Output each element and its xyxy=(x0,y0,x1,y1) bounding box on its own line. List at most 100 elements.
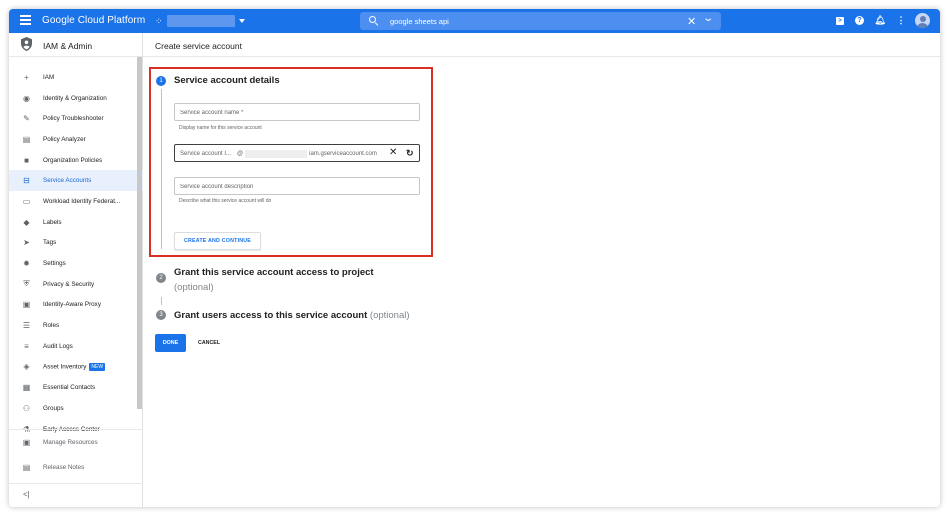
step-2-optional: (optional) xyxy=(174,282,214,293)
description-hint: Describe what this service account will … xyxy=(179,198,272,204)
step-2-number: 2 xyxy=(156,273,166,283)
sidebar-item-label: Settings xyxy=(43,260,66,268)
sidebar-item-roles[interactable]: ☰ Roles xyxy=(9,315,143,336)
sidebar-scrollbar[interactable] xyxy=(137,57,142,409)
sidebar-item-label: Organization Policies xyxy=(43,156,103,164)
service-account-id-field[interactable]: Service account I... @ iam.gserviceaccou… xyxy=(174,144,420,162)
sidebar-item-label: Tags xyxy=(43,239,57,247)
sidebar-item-organization-policies[interactable]: ■ Organization Policies xyxy=(9,150,143,171)
sidebar-item-essential-contacts[interactable]: ▦ Essential Contacts xyxy=(9,377,143,398)
sidebar-item-label: Service Accounts xyxy=(43,177,92,185)
caret-down-icon xyxy=(238,19,245,23)
service-account-icon: ⊟ xyxy=(23,176,30,186)
sidebar-item-manage-resources[interactable]: ▣ Manage Resources xyxy=(9,430,143,455)
shield-icon xyxy=(21,37,32,51)
search-icon xyxy=(369,16,379,26)
sidebar-item-asset-inventory[interactable]: ◈ Asset Inventory NEW xyxy=(9,357,143,378)
sidebar-item-label: Policy Troubleshooter xyxy=(43,115,104,123)
sidebar-item-label: Workload Identity Federat... xyxy=(43,197,121,205)
page-header: Create service account xyxy=(143,33,940,57)
notes-icon: ▤ xyxy=(22,463,31,472)
sidebar-footer: ▣ Manage Resources ▤ Release Notes xyxy=(9,429,143,480)
sidebar-item-label: Asset Inventory NEW xyxy=(43,362,106,371)
close-icon[interactable]: ✕ xyxy=(389,147,397,158)
sidebar-item-tags[interactable]: ➤ Tags xyxy=(9,233,143,254)
sidebar-item-label: Labels xyxy=(43,218,62,226)
help-icon[interactable]: ? xyxy=(855,16,864,25)
service-account-name-input[interactable] xyxy=(180,107,400,118)
project-name-redacted xyxy=(166,15,235,27)
tag-icon: ◆ xyxy=(23,217,30,227)
sidebar-item-service-accounts[interactable]: ⊟ Service Accounts xyxy=(9,170,143,192)
page-title: Create service account xyxy=(155,41,242,51)
sidebar-item-iam[interactable]: + IAM xyxy=(9,67,143,88)
brand-title[interactable]: Google Cloud Platform xyxy=(42,15,145,26)
create-and-continue-button[interactable]: CREATE AND CONTINUE xyxy=(174,232,261,250)
sidebar-item-label: Groups xyxy=(43,404,64,412)
sidebar-item-policy-analyzer[interactable]: ▤ Policy Analyzer xyxy=(9,129,143,150)
search-doc-icon: ▤ xyxy=(22,134,31,144)
service-account-description-field[interactable] xyxy=(174,177,420,195)
sidebar-item-groups[interactable]: ⚇ Groups xyxy=(9,398,143,419)
avatar[interactable] xyxy=(915,13,930,28)
sidebar-nav: + IAM ◉ Identity & Organization ✎ Policy Tr… xyxy=(9,67,143,437)
service-account-id-label[interactable]: Service account I... xyxy=(180,151,231,157)
id-domain: iam.gserviceaccount.com xyxy=(309,151,377,157)
sidebar-item-settings[interactable]: ✹ Settings xyxy=(9,253,143,274)
sidebar-item-privacy-security[interactable]: ⛨ Privacy & Security xyxy=(9,274,143,295)
refresh-icon[interactable]: ↻ xyxy=(406,148,414,159)
cancel-button[interactable]: CANCEL xyxy=(195,334,223,352)
search-input[interactable] xyxy=(390,14,670,28)
contact-icon: ▦ xyxy=(22,383,31,393)
divider xyxy=(9,483,143,484)
person-add-icon: + xyxy=(24,72,29,82)
top-bar: Google Cloud Platform ⁘ ✕ ⌄ > ? 🔔︎ ⋮ xyxy=(9,9,940,33)
sidebar-item-labels[interactable]: ◆ Labels xyxy=(9,212,143,233)
more-vert-icon[interactable]: ⋮ xyxy=(896,15,906,26)
sidebar-item-label: Policy Analyzer xyxy=(43,135,86,143)
at-sign: @ xyxy=(237,151,244,157)
service-account-id-row: Service account I... @ iam.gserviceaccou… xyxy=(180,150,377,158)
highlight-box xyxy=(149,67,433,257)
folder-gear-icon: ▣ xyxy=(22,438,31,447)
service-account-description-input[interactable] xyxy=(180,181,400,192)
step-3-title[interactable]: Grant users access to this service accou… xyxy=(174,310,410,321)
chevron-down-icon[interactable]: ⌄ xyxy=(702,13,714,24)
sidebar-item-policy-troubleshooter[interactable]: ✎ Policy Troubleshooter xyxy=(9,108,143,129)
close-icon[interactable]: ✕ xyxy=(687,15,696,28)
main-content: Create service account 1 Service account… xyxy=(143,33,940,507)
new-badge: NEW xyxy=(89,362,106,371)
step-1-number: 1 xyxy=(156,76,166,86)
collapse-sidebar-icon[interactable]: <| xyxy=(23,490,30,499)
menu-icon[interactable] xyxy=(20,15,31,25)
step-connector xyxy=(160,297,162,305)
sidebar-item-label: Release Notes xyxy=(43,464,85,471)
notifications-icon[interactable]: 🔔︎ xyxy=(874,15,885,26)
project-id-redacted xyxy=(245,150,308,158)
service-account-name-field[interactable] xyxy=(174,103,420,121)
sidebar-item-label: Identity-Aware Proxy xyxy=(43,301,101,309)
sidebar: IAM & Admin + IAM ◉ Identity & Organizatio… xyxy=(9,33,143,507)
sidebar-item-label: IAM xyxy=(43,73,55,81)
shield-icon: ⛨ xyxy=(23,279,30,289)
arrow-tag-icon: ➤ xyxy=(23,238,30,248)
sidebar-item-identity-organization[interactable]: ◉ Identity & Organization xyxy=(9,88,143,109)
step-3-number: 3 xyxy=(156,310,166,320)
done-button[interactable]: DONE xyxy=(155,334,186,352)
sidebar-item-audit-logs[interactable]: ≡ Audit Logs xyxy=(9,336,143,357)
project-selector[interactable]: ⁘ xyxy=(155,14,245,28)
step-2-title[interactable]: Grant this service account access to pro… xyxy=(174,267,374,278)
sidebar-item-release-notes[interactable]: ▤ Release Notes xyxy=(9,455,143,480)
sidebar-item-label: Essential Contacts xyxy=(43,384,96,392)
cloud-shell-icon[interactable]: > xyxy=(836,16,844,25)
sidebar-item-workload-identity[interactable]: ▭ Workload Identity Federat... xyxy=(9,191,143,212)
roles-icon: ☰ xyxy=(22,321,31,331)
list-icon: ≡ xyxy=(24,341,29,351)
sidebar-item-label: Roles xyxy=(43,322,60,330)
sidebar-title: IAM & Admin xyxy=(43,41,93,51)
step-3-title-text: Grant users access to this service accou… xyxy=(174,310,368,321)
document-icon: ■ xyxy=(24,155,29,165)
sidebar-item-label: Manage Resources xyxy=(43,439,98,446)
sidebar-item-identity-aware-proxy[interactable]: ▣ Identity-Aware Proxy xyxy=(9,295,143,316)
search-bar: ✕ ⌄ xyxy=(360,12,721,30)
